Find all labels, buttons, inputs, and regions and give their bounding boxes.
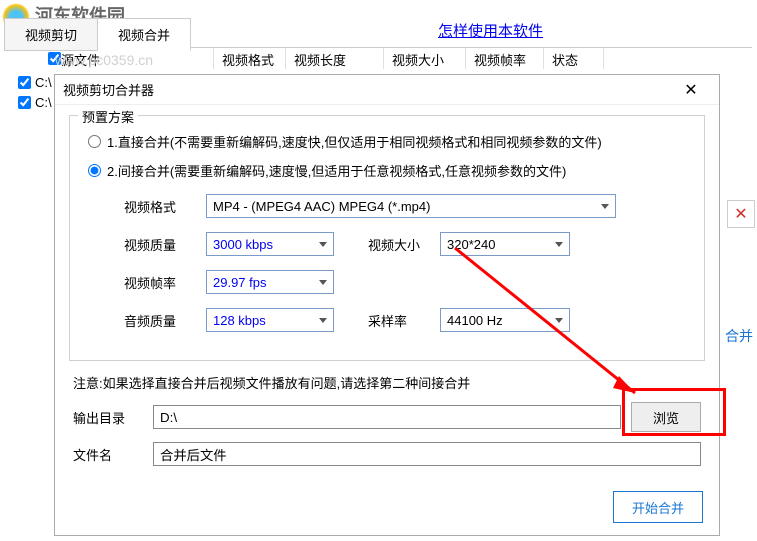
- tab-video-merge[interactable]: 视频合并: [97, 18, 191, 51]
- select-video-fps[interactable]: 29.97 fps: [206, 270, 334, 294]
- col-format: 视频格式: [214, 48, 286, 69]
- note-text: 注意:如果选择直接合并后视频文件播放有问题,请选择第二种间接合并: [73, 373, 701, 392]
- output-dir-input[interactable]: [153, 405, 621, 429]
- merge-dialog: 视频剪切合并器 ✕ 预置方案 1.直接合并(不需要重新编解码,速度快,但仅适用于…: [54, 74, 720, 536]
- select-value: 320*240: [447, 237, 495, 252]
- radio-direct-input[interactable]: [88, 135, 101, 148]
- select-video-format[interactable]: MP4 - (MPEG4 AAC) MPEG4 (*.mp4): [206, 194, 616, 218]
- select-value: 128 kbps: [213, 313, 266, 328]
- label-audio-quality: 音频质量: [124, 311, 206, 330]
- select-value: MP4 - (MPEG4 AAC) MPEG4 (*.mp4): [213, 199, 430, 214]
- tab-video-cut[interactable]: 视频剪切: [4, 18, 98, 51]
- remove-button[interactable]: ✕: [727, 200, 755, 228]
- dialog-title: 视频剪切合并器: [63, 80, 671, 99]
- label-sample-rate: 采样率: [368, 311, 440, 330]
- group-legend: 预置方案: [78, 107, 138, 126]
- label-output-dir: 输出目录: [73, 408, 153, 427]
- select-audio-quality[interactable]: 128 kbps: [206, 308, 334, 332]
- help-link[interactable]: 怎样使用本软件: [438, 20, 543, 41]
- col-length: 视频长度: [286, 48, 384, 69]
- merge-side-label[interactable]: 合并: [725, 326, 753, 346]
- browse-button[interactable]: 浏览: [631, 402, 701, 432]
- label-filename: 文件名: [73, 445, 153, 464]
- row-checkbox[interactable]: [18, 96, 31, 109]
- select-value: 29.97 fps: [213, 275, 267, 290]
- radio-indirect-input[interactable]: [88, 164, 101, 177]
- label-video-size: 视频大小: [368, 235, 440, 254]
- row-path: C:\: [35, 75, 52, 90]
- row-checkbox[interactable]: [18, 76, 31, 89]
- label-video-format: 视频格式: [124, 197, 206, 216]
- col-status: 状态: [544, 48, 604, 69]
- label-video-fps: 视频帧率: [124, 273, 206, 292]
- close-icon[interactable]: ✕: [671, 80, 711, 100]
- radio-direct-label: 1.直接合并(不需要重新编解码,速度快,但仅适用于相同视频格式和相同视频参数的文…: [107, 132, 602, 151]
- select-value: 44100 Hz: [447, 313, 503, 328]
- radio-indirect-label: 2.间接合并(需要重新编解码,速度慢,但适用于任意视频格式,任意视频参数的文件): [107, 161, 566, 180]
- row-path: C:\: [35, 95, 52, 110]
- col-size: 视频大小: [384, 48, 466, 69]
- filename-input[interactable]: [153, 442, 701, 466]
- select-video-quality[interactable]: 3000 kbps: [206, 232, 334, 256]
- col-fps: 视频帧率: [466, 48, 544, 69]
- radio-direct-merge[interactable]: 1.直接合并(不需要重新编解码,速度快,但仅适用于相同视频格式和相同视频参数的文…: [88, 132, 690, 151]
- table-row[interactable]: C:\: [18, 72, 52, 92]
- preset-group: 预置方案 1.直接合并(不需要重新编解码,速度快,但仅适用于相同视频格式和相同视…: [69, 115, 705, 361]
- select-value: 3000 kbps: [213, 237, 273, 252]
- label-video-quality: 视频质量: [124, 235, 206, 254]
- watermark: www.pc0359.cn: [55, 52, 153, 68]
- select-video-size[interactable]: 320*240: [440, 232, 570, 256]
- start-merge-button[interactable]: 开始合并: [613, 491, 703, 523]
- table-row[interactable]: C:\: [18, 92, 52, 112]
- radio-indirect-merge[interactable]: 2.间接合并(需要重新编解码,速度慢,但适用于任意视频格式,任意视频参数的文件): [88, 161, 690, 180]
- select-sample-rate[interactable]: 44100 Hz: [440, 308, 570, 332]
